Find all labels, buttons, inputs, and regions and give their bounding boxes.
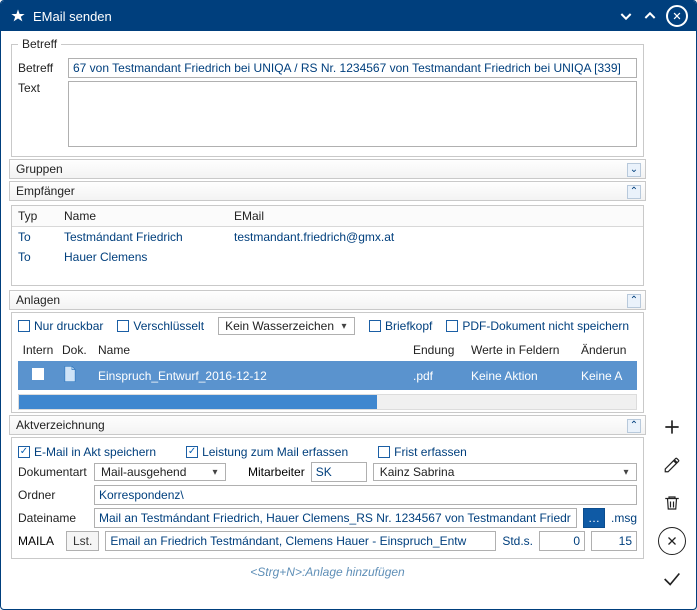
collapse-up-button[interactable] <box>638 4 662 28</box>
col-intern[interactable]: Intern <box>18 341 58 359</box>
letterhead-checkbox[interactable]: Briefkopf <box>369 319 432 333</box>
cancel-button[interactable] <box>658 527 686 555</box>
filing-header[interactable]: Aktverzeichnung ⌃ <box>9 415 646 435</box>
watermark-dropdown[interactable]: Kein Wasserzeichen▾ <box>218 317 355 335</box>
mitarbeiter-dropdown[interactable]: Kainz Sabrina▾ <box>373 463 637 481</box>
body-label: Text <box>18 81 62 95</box>
collapse-down-button[interactable] <box>614 4 638 28</box>
stds-input[interactable] <box>539 531 585 551</box>
col-dok[interactable]: Dok. <box>58 341 94 359</box>
window-title: EMail senden <box>33 9 614 24</box>
no-save-pdf-checkbox[interactable]: PDF-Dokument nicht speichern <box>446 319 629 333</box>
save-in-akt-checkbox[interactable]: E-Mail in Akt speichern <box>18 445 156 459</box>
col-email[interactable]: EMail <box>228 206 643 226</box>
minutes-input[interactable] <box>591 531 637 551</box>
groups-header[interactable]: Gruppen ⌄ <box>9 159 646 179</box>
recipients-header[interactable]: Empfänger ⌃ <box>9 181 646 201</box>
deadline-checkbox[interactable]: Frist erfassen <box>378 445 467 459</box>
dokumentart-dropdown[interactable]: Mail-ausgehend▾ <box>94 463 226 481</box>
subject-group: Betreff Betreff Text <box>11 37 644 157</box>
lst-button[interactable]: Lst. <box>66 531 99 551</box>
titlebar: EMail senden <box>1 1 696 31</box>
col-change[interactable]: Änderun <box>577 341 637 359</box>
confirm-button[interactable] <box>658 565 686 593</box>
app-icon <box>9 7 27 25</box>
subject-label: Betreff <box>18 61 62 75</box>
record-service-checkbox[interactable]: Leistung zum Mail erfassen <box>186 445 348 459</box>
col-fields[interactable]: Werte in Feldern <box>467 341 577 359</box>
recipients-table: Typ Name EMail To Testmándant Friedrich … <box>11 205 644 286</box>
attachments-collapse-icon[interactable]: ⌃ <box>627 294 641 308</box>
mitarbeiter-code-input[interactable] <box>311 462 367 482</box>
col-ending[interactable]: Endung <box>409 341 467 359</box>
body-area: Betreff Betreff Text Gruppen ⌄ Empfänger… <box>5 31 650 605</box>
attachments-panel: Nur druckbar Verschlüsselt Kein Wasserze… <box>11 312 644 413</box>
recipient-row[interactable]: To Hauer Clemens <box>12 247 643 267</box>
add-button[interactable] <box>658 413 686 441</box>
email-send-window: EMail senden Betreff Betreff Text Gruppe… <box>0 0 697 610</box>
subject-legend: Betreff <box>18 37 61 51</box>
stds-label: Std.s. <box>502 534 533 548</box>
dateiname-input[interactable] <box>94 508 577 528</box>
file-ext: .msg <box>611 511 637 525</box>
col-name[interactable]: Name <box>58 206 228 226</box>
body-textarea[interactable] <box>68 81 637 147</box>
subject-input[interactable] <box>68 58 637 78</box>
mitarbeiter-label: Mitarbeiter <box>248 465 305 479</box>
attachments-columns: Intern Dok. Name Endung Werte in Feldern… <box>12 339 643 361</box>
maila-label: MAILA <box>18 534 60 548</box>
chevron-down-icon: ▾ <box>337 321 351 332</box>
filing-panel: E-Mail in Akt speichern Leistung zum Mai… <box>11 437 644 559</box>
scroll-thumb[interactable] <box>19 395 377 409</box>
encrypted-checkbox[interactable]: Verschlüsselt <box>117 319 204 333</box>
recipients-collapse-icon[interactable]: ⌃ <box>627 185 641 199</box>
attachment-row[interactable]: Einspruch_Entwurf_2016-12-12 .pdf Keine … <box>18 361 637 390</box>
col-att-name[interactable]: Name <box>94 341 409 359</box>
recipients-head: Typ Name EMail <box>12 206 643 227</box>
footer-hint: <Strg+N>:Anlage hinzufügen <box>9 561 646 585</box>
document-icon <box>62 365 78 383</box>
filing-collapse-icon[interactable]: ⌃ <box>627 419 641 433</box>
dateiname-label: Dateiname <box>18 511 88 525</box>
close-button[interactable] <box>666 5 688 27</box>
groups-expand-icon[interactable]: ⌄ <box>627 163 641 177</box>
maila-input[interactable] <box>105 531 496 551</box>
edit-button[interactable] <box>658 451 686 479</box>
browse-button[interactable]: … <box>583 508 605 528</box>
action-sidebar <box>654 41 690 603</box>
attachments-header[interactable]: Anlagen ⌃ <box>9 290 646 310</box>
recipient-row[interactable]: To Testmándant Friedrich testmandant.fri… <box>12 227 643 247</box>
chevron-down-icon: ▾ <box>208 467 222 478</box>
attachments-hscroll[interactable] <box>18 394 637 410</box>
delete-button[interactable] <box>658 489 686 517</box>
ordner-input[interactable] <box>94 485 637 505</box>
printable-checkbox[interactable]: Nur druckbar <box>18 319 103 333</box>
dokumentart-label: Dokumentart <box>18 465 88 479</box>
col-typ[interactable]: Typ <box>12 206 58 226</box>
ordner-label: Ordner <box>18 488 88 502</box>
chevron-down-icon: ▾ <box>619 467 633 478</box>
